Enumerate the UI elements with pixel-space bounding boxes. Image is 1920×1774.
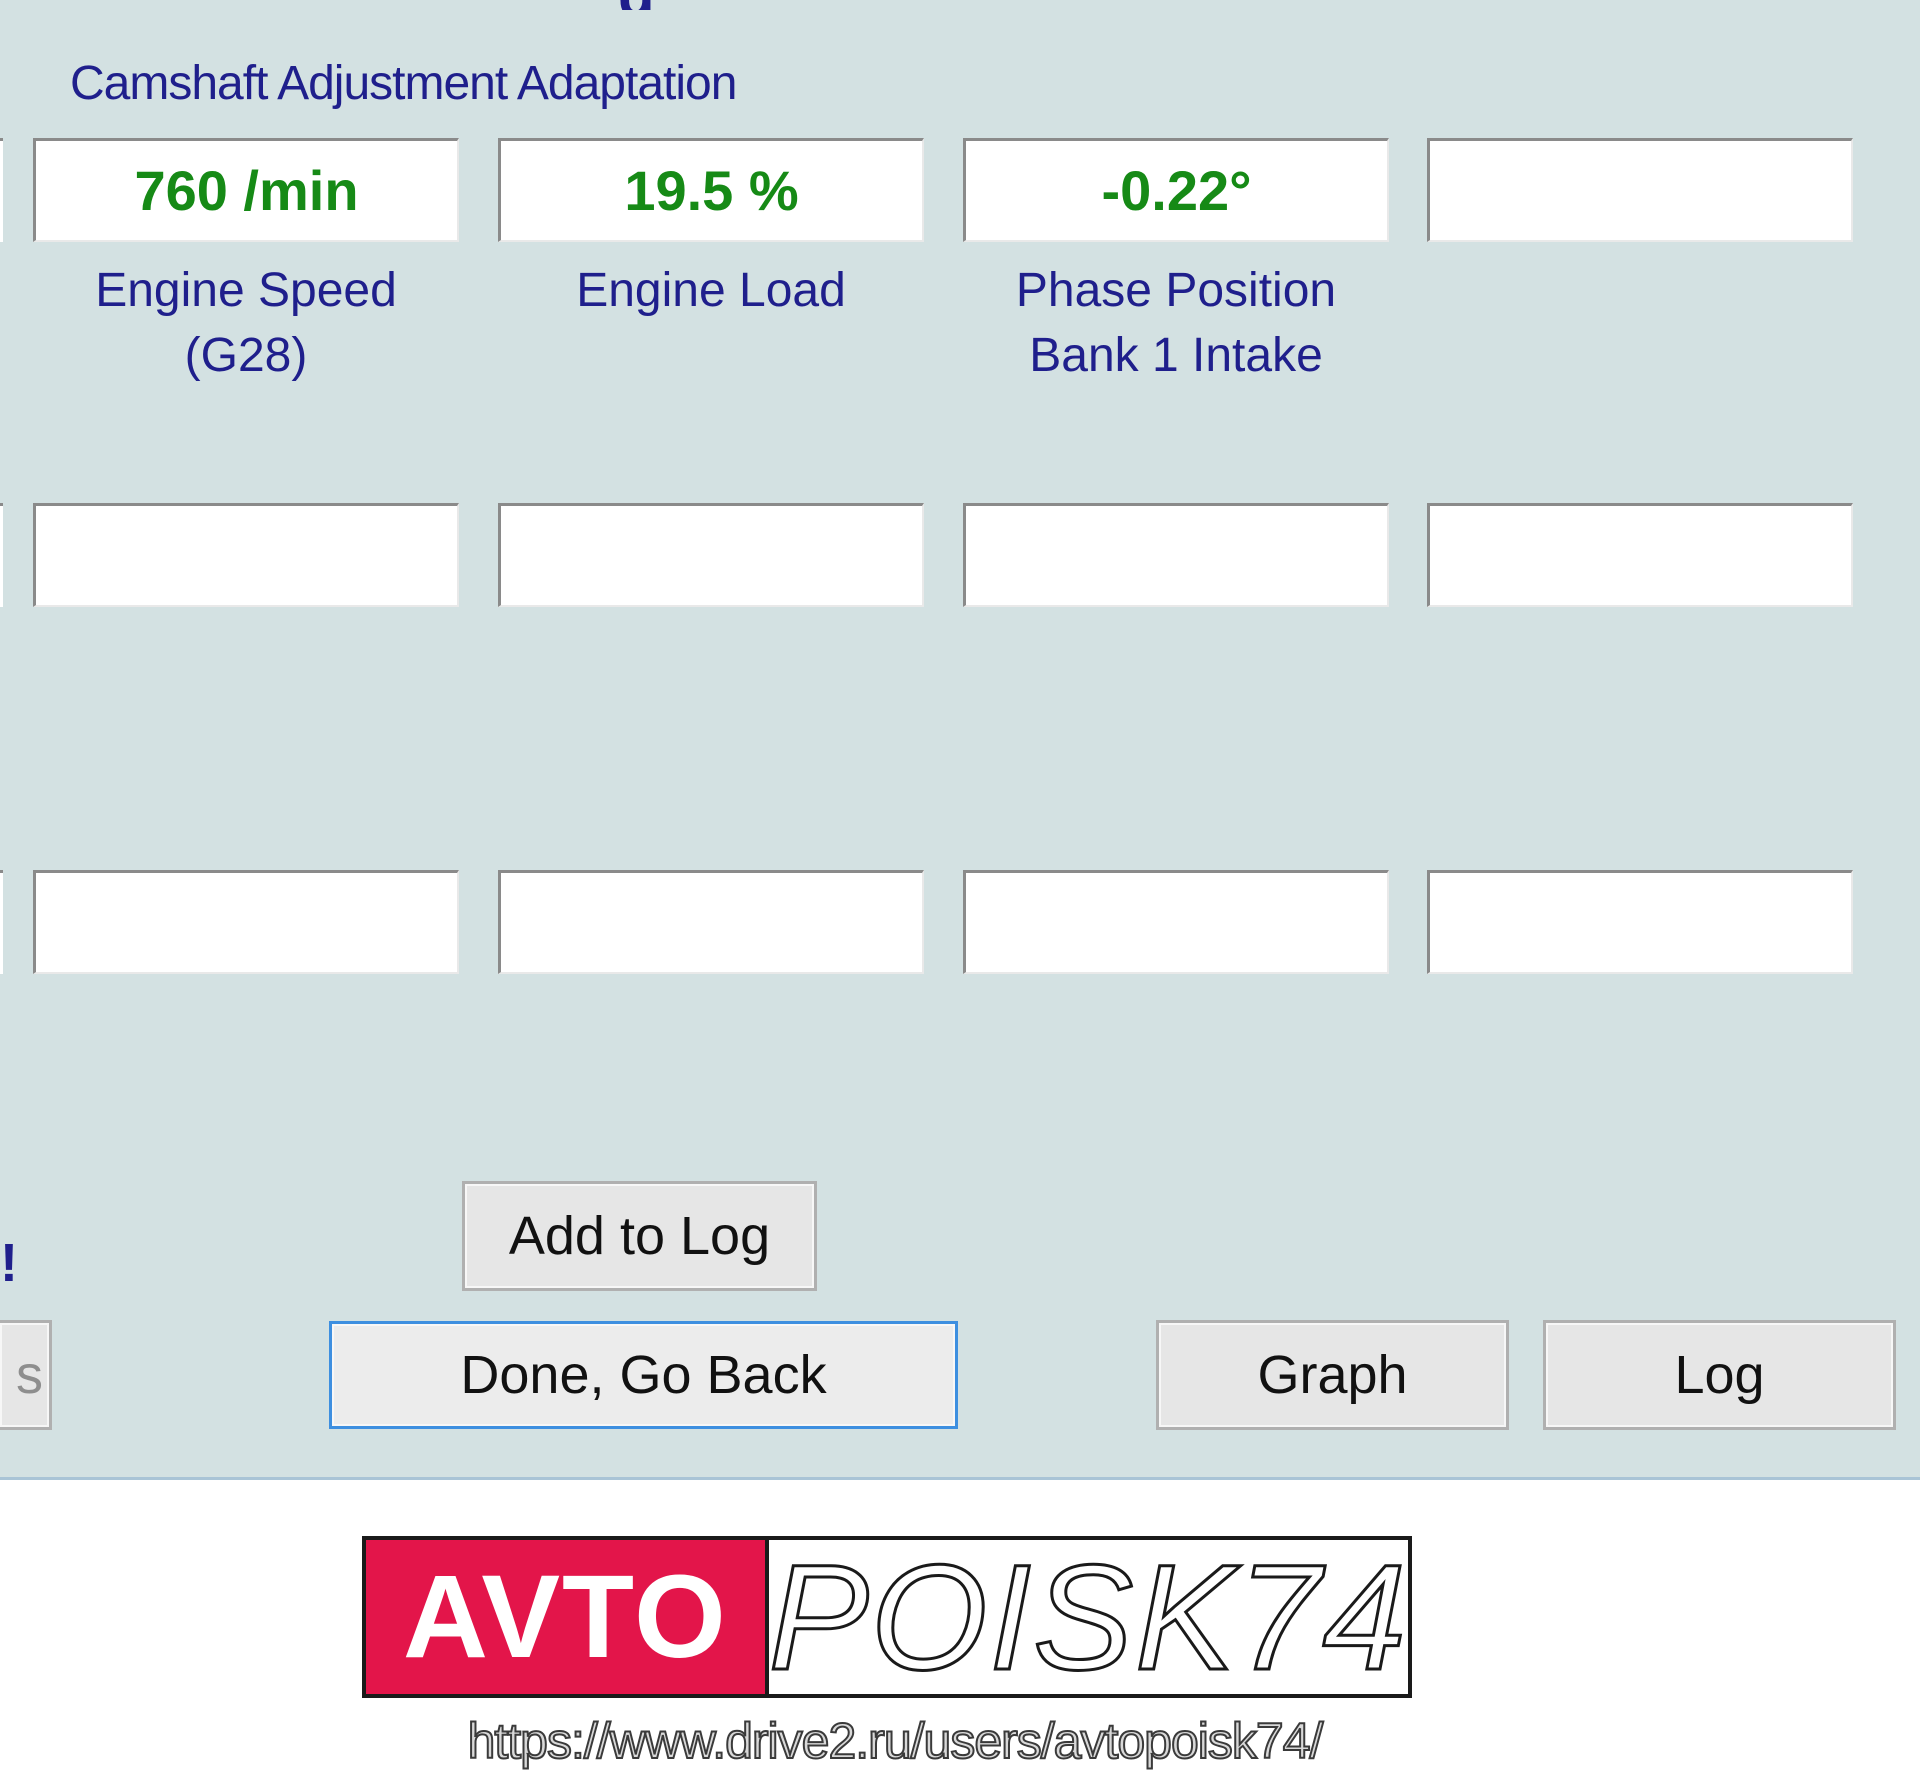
done-go-back-button[interactable]: Done, Go Back bbox=[329, 1321, 958, 1429]
value-field-empty bbox=[963, 503, 1389, 607]
value-field-empty bbox=[33, 503, 459, 607]
value-field-empty bbox=[1427, 870, 1853, 974]
avtopoisk74-logo: AVTO POISK74 bbox=[362, 1531, 1412, 1702]
value-field-empty bbox=[1427, 503, 1853, 607]
field-caption-engine-speed: Engine Speed (G28) bbox=[33, 258, 459, 388]
offscreen-field-edge bbox=[0, 138, 3, 242]
value-field-phase-position: -0.22° bbox=[963, 138, 1389, 242]
value-field-empty bbox=[963, 870, 1389, 974]
measuring-blocks-window: g Camshaft Adjustment Adaptation 760 /mi… bbox=[0, 0, 1920, 1480]
caption-line: Bank 1 Intake bbox=[1029, 329, 1323, 382]
field-caption-engine-load: Engine Load bbox=[498, 258, 924, 323]
add-to-log-button[interactable]: Add to Log bbox=[462, 1181, 817, 1291]
value-field-empty bbox=[498, 503, 924, 607]
value-field-empty bbox=[498, 870, 924, 974]
status-exclamation: ! bbox=[0, 1233, 18, 1293]
logo-brand-right: POISK74 bbox=[767, 1531, 1408, 1702]
offscreen-field-edge bbox=[0, 503, 3, 607]
caption-line: (G28) bbox=[184, 329, 308, 382]
log-button[interactable]: Log bbox=[1543, 1320, 1896, 1430]
caption-line: Engine Speed bbox=[95, 264, 397, 317]
offscreen-field-edge bbox=[0, 870, 3, 974]
caption-line: Phase Position bbox=[1015, 264, 1337, 317]
group-title: Camshaft Adjustment Adaptation bbox=[70, 57, 737, 110]
watermark-url: https://www.drive2.ru/users/avtopoisk74/ bbox=[467, 1712, 1325, 1770]
caption-line: Engine Load bbox=[576, 264, 846, 317]
graph-button[interactable]: Graph bbox=[1156, 1320, 1509, 1430]
value-field-empty bbox=[1427, 138, 1853, 242]
value-field-empty bbox=[33, 870, 459, 974]
field-caption-phase-position: Phase Position Bank 1 Intake bbox=[963, 258, 1389, 388]
logo-brand-left: AVTO bbox=[366, 1540, 769, 1694]
value-field-engine-speed: 760 /min bbox=[33, 138, 459, 242]
value-field-engine-load: 19.5 % bbox=[498, 138, 924, 242]
offscreen-button[interactable]: s bbox=[0, 1320, 52, 1430]
window-heading-fragment: g bbox=[618, 0, 676, 10]
